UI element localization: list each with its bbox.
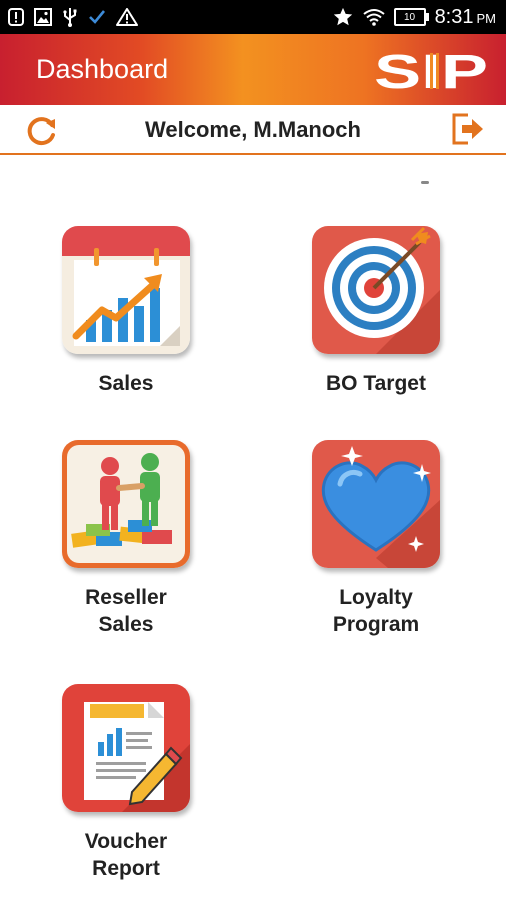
welcome-message: Welcome, M.Manoch bbox=[145, 117, 361, 142]
menu-item-loyalty-program[interactable]: Loyalty Program bbox=[276, 440, 476, 638]
menu-label-voucher-report: Voucher Report bbox=[84, 830, 168, 880]
page-title: Dashboard bbox=[36, 54, 169, 84]
menu-label-bo-target: BO Target bbox=[326, 372, 426, 395]
check-icon bbox=[88, 9, 106, 25]
sip-logo: SIP bbox=[374, 46, 490, 99]
report-icon bbox=[62, 684, 190, 812]
menu-item-sales[interactable]: Sales bbox=[26, 226, 226, 397]
logout-icon bbox=[452, 113, 483, 145]
usb-icon bbox=[62, 7, 78, 27]
menu-label-reseller-sales: Reseller Sales bbox=[85, 586, 167, 636]
app-header: Dashboard SIP bbox=[0, 34, 506, 105]
logout-button[interactable] bbox=[450, 111, 486, 147]
menu-label-loyalty-program: Loyalty Program bbox=[332, 586, 420, 636]
clock: 8:31 PM bbox=[435, 6, 496, 29]
scroll-indicator bbox=[421, 181, 429, 184]
warning-icon bbox=[116, 8, 138, 26]
clock-ampm: PM bbox=[476, 10, 497, 26]
battery-icon: 10 bbox=[393, 8, 429, 26]
battery-level: 10 bbox=[404, 11, 416, 23]
menu-label-sales: Sales bbox=[98, 372, 154, 395]
star-icon bbox=[332, 6, 354, 28]
clock-time: 8:31 bbox=[434, 5, 474, 28]
menu-item-bo-target[interactable]: BO Target bbox=[276, 226, 476, 397]
wifi-icon bbox=[362, 8, 385, 26]
heart-icon bbox=[312, 440, 440, 568]
menu-item-reseller-sales[interactable]: Reseller Sales bbox=[26, 440, 226, 638]
status-bar: 10 8:31 PM bbox=[0, 0, 506, 34]
target-icon bbox=[312, 226, 440, 354]
sales-chart-icon bbox=[62, 226, 190, 354]
welcome-bar: Welcome, M.Manoch bbox=[0, 105, 506, 155]
notification-icon bbox=[8, 8, 24, 26]
image-icon bbox=[34, 8, 52, 26]
menu-item-voucher-report[interactable]: Voucher Report bbox=[26, 684, 226, 882]
reseller-sales-icon bbox=[62, 440, 190, 568]
